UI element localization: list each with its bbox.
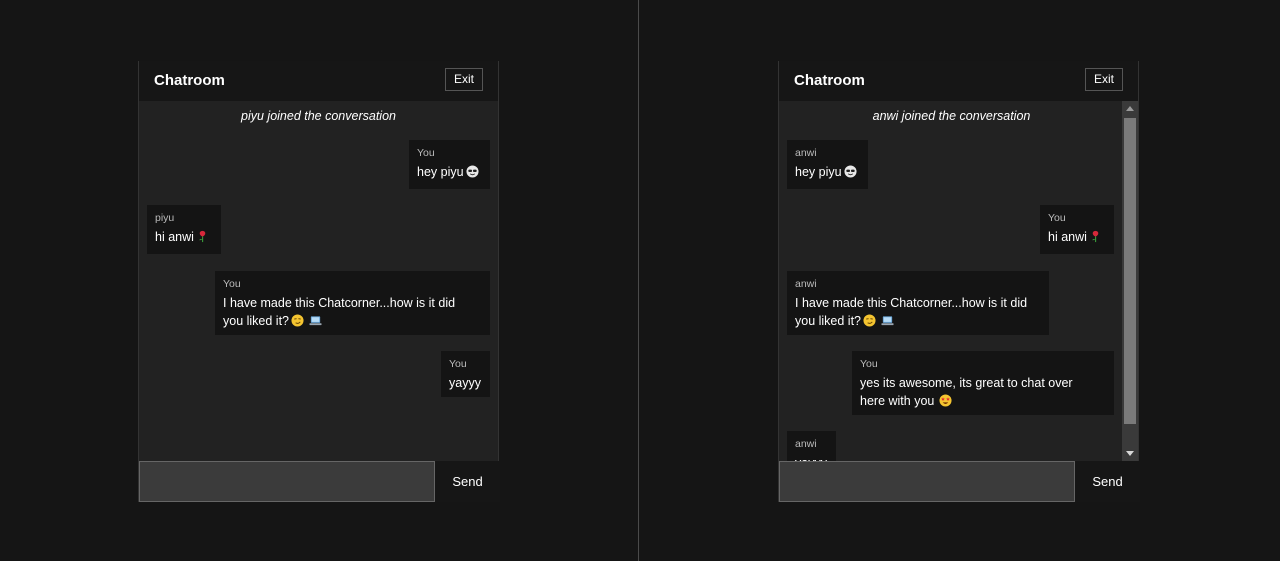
message-composer: Send [139,461,500,502]
message-author: You [1048,212,1066,224]
exit-button[interactable]: Exit [445,68,483,91]
message-bubble-other: anwi I have made this Chatcorner...how i… [787,271,1049,335]
send-button[interactable]: Send [1075,461,1140,502]
pane-divider [638,0,639,561]
rose-icon [199,230,206,243]
message-bubble-other: anwi yayyy [787,431,836,461]
message-bubble-own: You I have made this Chatcorner...how is… [215,271,490,335]
message-list: piyu joined the conversation You hey piy… [139,101,498,461]
right-chat-pane: Chatroom Exit anwi joined the conversati… [640,0,1279,561]
rose-icon [1092,230,1099,243]
laptop-icon [881,316,894,326]
message-author: You [449,358,467,370]
message-author: anwi [795,147,817,159]
message-author: anwi [795,278,817,290]
message-bubble-own: You hey piyu [409,140,490,189]
message-text: yes its awesome, its great to chat over h… [860,376,1073,408]
star-struck-icon [939,394,952,407]
smirking-face-icon [291,314,304,327]
message-text: hey piyu [417,163,482,181]
left-chat-pane: Chatroom Exit piyu joined the conversati… [0,0,639,561]
exit-button[interactable]: Exit [1085,68,1123,91]
message-author: piyu [155,212,175,224]
message-input[interactable] [139,461,435,502]
message-bubble-own: You hi anwi [1040,205,1114,254]
message-list[interactable]: anwi joined the conversation anwi hey pi… [779,101,1138,461]
message-bubble-own: You yes its awesome, its great to chat o… [852,351,1114,415]
chat-title: Chatroom [154,72,225,89]
message-bubble-other: anwi hey piyu [787,140,868,189]
message-input[interactable] [779,461,1075,502]
message-bubble-own: You yayyy [441,351,490,397]
message-text: yayyy [449,376,481,390]
smiling-face-with-sunglasses-icon [844,165,857,178]
chat-header: Chatroom Exit [139,61,498,101]
message-text: hey piyu [795,163,860,181]
send-button[interactable]: Send [435,461,500,502]
message-text: hi anwi [155,228,213,246]
message-text: yayyy [795,454,828,461]
smirking-face-icon [863,314,876,327]
scroll-up-arrow-icon[interactable] [1122,101,1138,117]
laptop-icon [309,316,322,326]
system-message: anwi joined the conversation [872,109,1031,123]
scrollbar[interactable] [1122,101,1138,461]
message-author: You [860,358,878,370]
message-text: I have made this Chatcorner...how is it … [223,296,456,328]
chat-title: Chatroom [794,72,865,89]
message-bubble-other: piyu hi anwi [147,205,221,254]
system-message: piyu joined the conversation [241,109,396,123]
message-text: hi anwi [1048,228,1106,246]
message-author: You [417,147,435,159]
scroll-down-arrow-icon[interactable] [1122,445,1138,461]
message-author: anwi [795,438,817,450]
message-author: You [223,278,241,290]
chat-window: Chatroom Exit piyu joined the conversati… [138,61,500,502]
scrollbar-thumb[interactable] [1124,118,1136,424]
chat-header: Chatroom Exit [779,61,1138,101]
chat-window: Chatroom Exit anwi joined the conversati… [778,61,1140,502]
message-composer: Send [779,461,1140,502]
smiling-face-with-sunglasses-icon [466,165,479,178]
message-text: I have made this Chatcorner...how is it … [795,296,1028,328]
screen: Chatroom Exit piyu joined the conversati… [0,0,1280,561]
